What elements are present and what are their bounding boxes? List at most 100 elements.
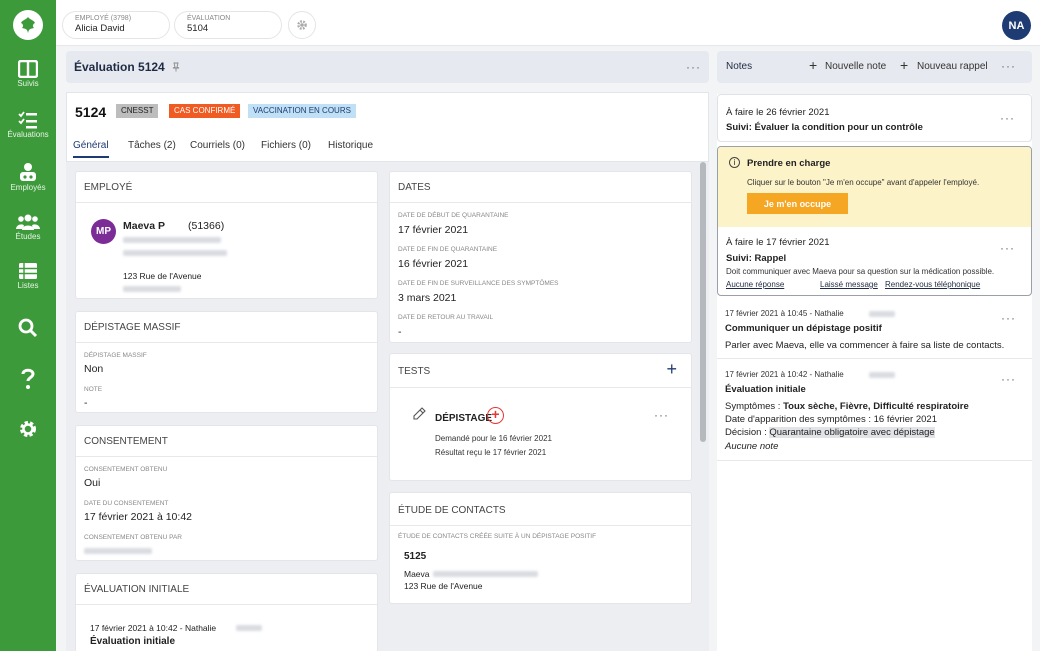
study-number[interactable]: 5125 bbox=[404, 551, 426, 562]
sidebar-item-help[interactable] bbox=[0, 368, 56, 390]
take-charge-button[interactable]: Je m'en occupe bbox=[747, 193, 848, 214]
scrollbar[interactable] bbox=[700, 162, 706, 442]
note-comment: Aucune note bbox=[725, 441, 779, 452]
sidebar-item-label: Évaluations bbox=[7, 130, 49, 139]
more-options-icon[interactable]: ··· bbox=[654, 408, 669, 422]
field-value: - bbox=[84, 397, 88, 409]
note-meta: 17 février 2021 à 10:45 - Nathalie bbox=[725, 309, 844, 318]
leaf-icon bbox=[21, 17, 35, 33]
tab-courriels[interactable]: Courriels (0) bbox=[190, 140, 245, 151]
positive-result-icon: + bbox=[487, 407, 504, 424]
status-badge: CAS CONFIRMÉ bbox=[169, 104, 241, 118]
search-icon bbox=[18, 318, 38, 338]
card-title: EMPLOYÉ bbox=[84, 182, 133, 193]
redacted-text bbox=[123, 237, 221, 243]
sidebar-item-search[interactable] bbox=[0, 318, 56, 338]
redacted-text bbox=[869, 372, 895, 378]
link-no-answer[interactable]: Aucune réponse bbox=[726, 280, 784, 289]
field-label: CONSENTEMENT OBTENU bbox=[84, 466, 168, 473]
test-requested: Demandé pour le 16 février 2021 bbox=[435, 434, 552, 443]
note-subtitle: Suivi: Évaluer la condition pour un cont… bbox=[726, 122, 923, 133]
more-options-icon[interactable]: ··· bbox=[1001, 59, 1016, 73]
decision-label: Décision : bbox=[725, 427, 770, 438]
more-options-icon[interactable]: ··· bbox=[1000, 241, 1015, 255]
field-label: DATE DE FIN DE QUARANTAINE bbox=[398, 246, 498, 253]
more-options-icon[interactable]: ··· bbox=[1001, 311, 1016, 325]
redacted-text bbox=[123, 286, 181, 292]
plus-icon[interactable]: + bbox=[900, 58, 908, 72]
sidebar-item-label: Études bbox=[15, 232, 41, 241]
note-meta: 17 février 2021 à 10:42 - Nathalie bbox=[725, 370, 844, 379]
symptoms-label: Symptômes : bbox=[725, 401, 784, 412]
card-title: TESTS bbox=[398, 366, 431, 377]
more-options-icon[interactable]: ··· bbox=[1000, 111, 1015, 125]
case-number: 5124 bbox=[75, 104, 107, 120]
new-note-button[interactable]: Nouvelle note bbox=[825, 61, 886, 72]
info-icon: i bbox=[729, 157, 740, 168]
field-label: DATE DE DÉBUT DE QUARANTAINE bbox=[398, 212, 509, 219]
divider bbox=[390, 387, 691, 388]
tab-fichiers[interactable]: Fichiers (0) bbox=[261, 140, 311, 151]
note-subtitle: Suivi: Rappel bbox=[726, 253, 787, 264]
new-reminder-button[interactable]: Nouveau rappel bbox=[917, 61, 988, 72]
sidebar-item-suivis[interactable]: Suivis bbox=[0, 60, 56, 88]
notes-title: Notes bbox=[726, 61, 753, 72]
evaluation-name[interactable]: Évaluation initiale bbox=[90, 636, 175, 647]
employee-name[interactable]: Maeva P bbox=[123, 220, 165, 232]
group-icon bbox=[16, 214, 40, 230]
divider bbox=[76, 202, 377, 203]
test-name[interactable]: DÉPISTAGE bbox=[435, 413, 492, 424]
list-item[interactable]: i Prendre en charge Cliquer sur le bouto… bbox=[717, 146, 1032, 296]
tab-general[interactable]: Général bbox=[73, 140, 109, 158]
sidebar-item-etudes[interactable]: Études bbox=[0, 213, 56, 241]
help-icon bbox=[21, 368, 35, 389]
card-title: DÉPISTAGE MASSIF bbox=[84, 322, 181, 333]
employee-pill[interactable]: EMPLOYÉ (3798) Alicia David bbox=[62, 11, 170, 39]
sidebar-item-employes[interactable]: Employés bbox=[0, 162, 56, 192]
alert-text: Cliquer sur le bouton "Je m'en occupe" a… bbox=[747, 178, 980, 187]
top-bar: EMPLOYÉ (3798) Alicia David ÉVALUATION 5… bbox=[56, 0, 1040, 46]
checklist-icon bbox=[18, 111, 37, 129]
employee-label: EMPLOYÉ (3798) bbox=[75, 15, 132, 22]
field-value: 17 février 2021 bbox=[398, 224, 469, 236]
link-left-message[interactable]: Laissé message bbox=[820, 280, 878, 289]
link-phone-appointment[interactable]: Rendez-vous téléphonique bbox=[885, 280, 980, 289]
app-logo[interactable] bbox=[13, 10, 43, 40]
page-title: Évaluation 5124 bbox=[74, 60, 165, 74]
sidebar-item-evaluations[interactable]: Évaluations bbox=[0, 111, 56, 139]
mass-screening-card: DÉPISTAGE MASSIF DÉPISTAGE MASSIF Non NO… bbox=[75, 311, 378, 413]
field-value: Oui bbox=[84, 477, 101, 489]
plus-icon[interactable]: + bbox=[809, 58, 817, 72]
list-item[interactable]: À faire le 26 février 2021 Suivi: Évalue… bbox=[717, 94, 1032, 142]
field-label: NOTE bbox=[84, 386, 103, 393]
alert-title: Prendre en charge bbox=[747, 158, 831, 169]
pin-icon[interactable] bbox=[171, 62, 181, 72]
evaluation-pill[interactable]: ÉVALUATION 5104 bbox=[174, 11, 282, 39]
list-item[interactable]: 17 février 2021 à 10:45 - Nathalie ··· C… bbox=[717, 302, 1032, 359]
sidebar-item-label: Suivis bbox=[17, 79, 39, 88]
more-options-icon[interactable]: ··· bbox=[686, 60, 701, 74]
add-test-icon[interactable]: + bbox=[666, 360, 677, 378]
card-title: ÉVALUATION INITIALE bbox=[84, 584, 190, 595]
list-item[interactable]: 17 février 2021 à 10:42 - Nathalie ··· É… bbox=[717, 363, 1032, 461]
employee-address: 123 Rue de l'Avenue bbox=[123, 271, 202, 281]
sidebar-item-listes[interactable]: Listes bbox=[0, 262, 56, 290]
tab-taches[interactable]: Tâches (2) bbox=[128, 140, 176, 151]
employee-id: (51366) bbox=[188, 220, 225, 232]
field-label: DATE DE FIN DE SURVEILLANCE DES SYMPTÔME… bbox=[398, 280, 559, 287]
more-options-icon[interactable]: ··· bbox=[1001, 372, 1016, 386]
alert-box: i Prendre en charge Cliquer sur le bouto… bbox=[718, 147, 1031, 227]
user-avatar[interactable]: NA bbox=[1002, 11, 1031, 40]
sidebar-item-settings[interactable] bbox=[0, 419, 56, 439]
field-label: DÉPISTAGE MASSIF bbox=[84, 352, 147, 359]
employee-card: EMPLOYÉ MP Maeva P (51366) 123 Rue de l'… bbox=[75, 171, 378, 299]
divider bbox=[76, 342, 377, 343]
field-label: CONSENTEMENT OBTENU PAR bbox=[84, 534, 182, 541]
tab-historique[interactable]: Historique bbox=[328, 140, 373, 151]
decision-line: Décision : Quarantaine obligatoire avec … bbox=[725, 427, 935, 438]
gear-icon bbox=[297, 20, 307, 30]
card-title: ÉTUDE DE CONTACTS bbox=[398, 505, 506, 516]
settings-button[interactable] bbox=[288, 11, 316, 39]
contact-study-card: ÉTUDE DE CONTACTS ÉTUDE DE CONTACTS CRÉÉ… bbox=[389, 492, 692, 604]
card-title: CONSENTEMENT bbox=[84, 436, 168, 447]
